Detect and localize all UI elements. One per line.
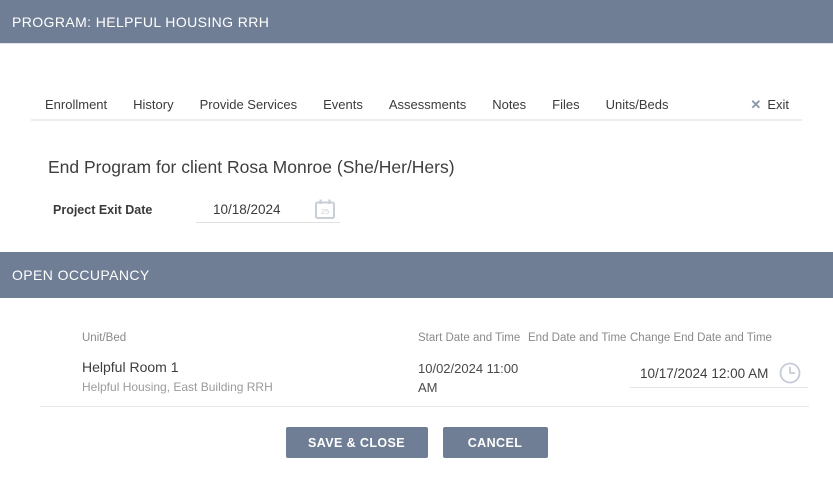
project-exit-date-label: Project Exit Date (53, 203, 152, 217)
tab-assessments[interactable]: Assessments (389, 97, 466, 112)
tab-events[interactable]: Events (323, 97, 363, 112)
open-occupancy-header-bar: OPEN OCCUPANCY (0, 252, 833, 298)
save-and-close-button[interactable]: SAVE & CLOSE (286, 427, 428, 458)
change-end-date-input[interactable]: 10/17/2024 12:00 AM (630, 359, 808, 388)
tab-history[interactable]: History (133, 97, 173, 112)
start-date-value: 10/02/2024 11:00 AM (418, 360, 526, 398)
tab-units-beds[interactable]: Units/Beds (606, 97, 669, 112)
tab-provide-services[interactable]: Provide Services (200, 97, 298, 112)
tab-bar: Enrollment History Provide Services Even… (31, 90, 802, 121)
action-buttons-row: SAVE & CLOSE CANCEL (0, 427, 833, 458)
row-divider (40, 406, 809, 407)
svg-text:25: 25 (321, 207, 329, 216)
open-occupancy-title: OPEN OCCUPANCY (12, 267, 150, 283)
change-end-date-value: 10/17/2024 12:00 AM (630, 366, 768, 381)
project-exit-date-value: 10/18/2024 (196, 202, 281, 217)
unit-name: Helpful Room 1 (82, 359, 179, 375)
close-x-icon: ✕ (750, 97, 761, 113)
page-title: End Program for client Rosa Monroe (She/… (48, 157, 455, 178)
exit-button-label: Exit (767, 97, 789, 112)
clock-icon[interactable] (778, 361, 802, 385)
program-title: PROGRAM: HELPFUL HOUSING RRH (12, 14, 269, 30)
occupancy-table: Unit/Bed Start Date and Time End Date an… (0, 298, 833, 413)
exit-button[interactable]: ✕ Exit (750, 97, 789, 113)
column-header-change-end-date: Change End Date and Time (630, 332, 772, 344)
column-header-unit-bed: Unit/Bed (82, 332, 126, 344)
project-exit-date-input[interactable]: 10/18/2024 25 (196, 196, 340, 223)
tab-notes[interactable]: Notes (492, 97, 526, 112)
column-header-start-date: Start Date and Time (418, 332, 520, 344)
unit-detail: Helpful Housing, East Building RRH (82, 380, 273, 394)
cancel-button[interactable]: CANCEL (443, 427, 548, 458)
tab-enrollment[interactable]: Enrollment (45, 97, 107, 112)
program-header-bar: PROGRAM: HELPFUL HOUSING RRH (0, 0, 833, 44)
tab-files[interactable]: Files (552, 97, 579, 112)
column-header-end-date: End Date and Time (528, 332, 626, 344)
calendar-icon[interactable]: 25 (314, 198, 336, 220)
